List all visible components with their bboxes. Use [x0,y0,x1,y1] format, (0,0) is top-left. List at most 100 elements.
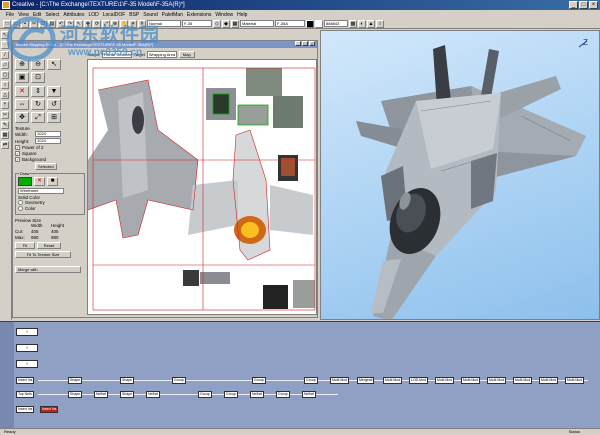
vertex-icon[interactable]: · [1,41,9,49]
graph-node-selected[interactable]: Insert Ins [40,406,59,413]
graph-node[interactable]: Group [172,377,186,384]
maximize-button[interactable]: □ [579,1,588,9]
editor-maximize-button[interactable]: □ [302,41,308,46]
fit-view-icon[interactable]: ▣ [15,72,29,83]
info-icon[interactable]: i [376,19,384,28]
wire-icon[interactable]: ◇ [213,19,221,28]
pan-icon[interactable]: ✋ [120,19,128,28]
cut-icon[interactable]: ✂ [30,19,38,28]
cut-tool-icon[interactable]: ✂ [1,111,9,119]
model-select[interactable]: F-35 [182,20,212,27]
source-select[interactable]: Planar Geometry [101,50,132,58]
graph-node[interactable]: Mergeall [357,377,375,384]
palette-icon[interactable]: ▩ [349,19,357,28]
redo-icon[interactable]: ↷ [66,19,74,28]
square-checkbox[interactable]: ✓ Square [15,151,85,156]
geometry-radio[interactable]: Geometry [18,200,82,205]
graph-node[interactable]: Multi Mod [461,377,481,384]
zoom-in-icon[interactable]: ⊕ [15,59,29,70]
mode-select[interactable]: Normal [147,20,181,27]
shade-icon[interactable]: ◆ [222,19,230,28]
flip-down-icon[interactable]: ▼ [47,86,61,97]
flip-horizontal-icon[interactable]: ⇔ [15,99,29,110]
light-icon[interactable]: ☀ [129,19,137,28]
material-icon[interactable]: ◐ [358,19,366,28]
sphere-icon[interactable]: ○ [1,81,9,89]
cone-icon[interactable]: △ [1,91,9,99]
graph-node[interactable]: Nefhel [146,391,161,398]
draw-fill-icon[interactable]: ■ [47,177,58,186]
undo-icon[interactable]: ↶ [57,19,65,28]
uv-texture-canvas[interactable] [87,59,317,315]
minimize-button[interactable]: _ [569,1,578,9]
graph-node[interactable]: Group [198,391,212,398]
uv-icon[interactable]: ▦ [1,131,9,139]
graph-node[interactable]: Multi Mod [435,377,455,384]
zoom-icon[interactable]: ⊕ [111,19,119,28]
background-checkbox[interactable]: ✓ Background [15,157,85,162]
menu-localdof[interactable]: LocalDOF [103,12,126,18]
graph-node[interactable]: Shape [120,391,135,398]
menu-extensions[interactable]: Extensions [187,12,211,18]
box-icon[interactable]: ▢ [1,71,9,79]
fit-button[interactable]: Fit [15,242,35,249]
draw-delete-icon[interactable]: ✕ [34,177,45,186]
open-icon[interactable]: ▭ [12,19,20,28]
graph-node[interactable]: Multi Mod [539,377,559,384]
edge-icon[interactable]: / [1,51,9,59]
graph-node[interactable]: Multi Mod [330,377,350,384]
save-icon[interactable]: ▪ [21,19,29,28]
graph-node[interactable]: Multi Mod [383,377,403,384]
rotate-ccw-icon[interactable]: ↺ [47,99,61,110]
target-select[interactable]: Wrapping Area [146,50,177,58]
delete-icon[interactable]: ✕ [15,86,29,97]
draw-color-swatch[interactable] [18,177,32,186]
color-white-icon[interactable] [315,19,323,28]
menu-window[interactable]: Window [215,12,233,18]
close-button[interactable]: × [589,1,598,9]
flip-vertical-icon[interactable]: ⇕ [31,86,45,97]
graph-node[interactable]: Group [224,391,238,398]
paint-icon[interactable]: ✎ [1,121,9,129]
color-mode-select[interactable]: Wireframe [18,188,64,194]
variant-select[interactable]: F-35A [275,20,305,27]
menu-edit[interactable]: Edit [33,12,42,18]
graph-node[interactable]: Multi Mod [513,377,533,384]
mirror-icon[interactable]: ⇄ [1,141,9,149]
select-icon[interactable]: ↖ [75,19,83,28]
map-button[interactable]: Map [178,50,195,58]
scene-node-plus-2[interactable]: + [16,344,38,352]
menu-view[interactable]: View [18,12,29,18]
extrude-icon[interactable]: ⇡ [1,101,9,109]
graph-node[interactable]: Group [276,391,290,398]
scene-node-plus-3[interactable]: + [16,360,38,368]
menu-attributes[interactable]: Attributes [63,12,84,18]
editor-close-button[interactable]: × [309,41,315,46]
height-input[interactable]: 1024 [35,138,61,144]
power-of-2-checkbox[interactable]: ✓ Power of 2 [15,145,85,150]
new-icon[interactable]: □ [3,19,11,28]
reset-button[interactable]: Reset [37,242,61,249]
graph-node[interactable]: Group [252,377,266,384]
graph-node[interactable]: Nefhel [250,391,265,398]
pointer-tool-icon[interactable]: ↖ [47,59,61,70]
graph-node[interactable]: Multi Mod [565,377,585,384]
menu-select[interactable]: Select [45,12,59,18]
menu-lod[interactable]: LOD [88,12,98,18]
graph-node[interactable]: Group [304,377,318,384]
texture-icon[interactable]: ▦ [231,19,239,28]
graph-node[interactable]: Shape [68,391,83,398]
menu-help[interactable]: Help [237,12,247,18]
face-icon[interactable]: ▱ [1,61,9,69]
move-icon[interactable]: ✥ [84,19,92,28]
menu-sound[interactable]: Sound [143,12,157,18]
graph-node[interactable]: Nefhel [94,391,109,398]
value-field[interactable]: 888843 [324,20,348,27]
scale-icon[interactable]: ⤢ [102,19,110,28]
graph-node[interactable]: Nefhel [302,391,317,398]
scene-graph-panel[interactable]: + + + Insert Ins Shape Shape Group Group… [0,321,600,429]
zoom-out-icon[interactable]: ⊖ [31,59,45,70]
paste-icon[interactable]: ▤ [48,19,56,28]
menu-file[interactable]: File [6,12,14,18]
graph-node[interactable]: LOD Mod [409,377,428,384]
